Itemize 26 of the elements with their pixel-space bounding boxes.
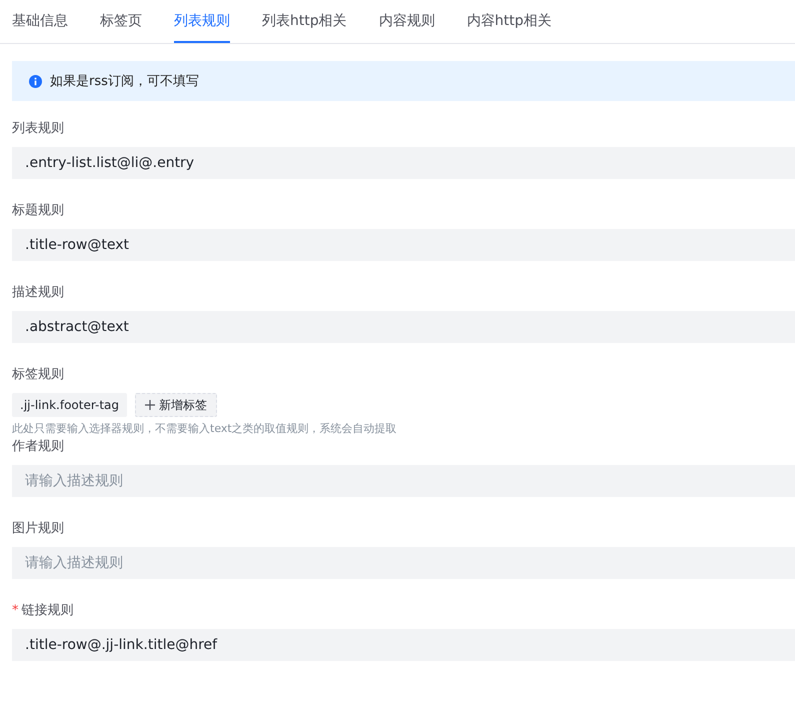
tag: .jj-link.footer-tag <box>12 393 128 417</box>
input-field[interactable]: .title-row@text <box>12 229 795 261</box>
field-label: 标签规则 <box>12 366 64 383</box>
tab[interactable]: 内容规则 <box>378 0 435 43</box>
field-label: 图片规则 <box>12 520 64 537</box>
hint-text: 此处只需要输入选择器规则，不需要输入text之类的取值规则，系统会自动提取 <box>12 421 398 436</box>
field-label: 链接规则 <box>22 602 74 619</box>
alert-text: 如果是rss订阅，可不填写 <box>50 73 199 90</box>
input-field[interactable]: .abstract@text <box>12 311 795 343</box>
tab[interactable]: 内容http相关 <box>466 0 552 43</box>
tab[interactable]: 基础信息 <box>12 0 68 43</box>
required-mark: * <box>12 602 18 618</box>
input-field[interactable]: .entry-list.list@li@.entry <box>12 147 795 179</box>
info-icon <box>29 74 42 88</box>
plus-icon <box>145 400 156 410</box>
field-label: 作者规则 <box>12 438 64 455</box>
input-field[interactable]: .title-row@.jj-link.title@href <box>12 629 795 661</box>
input-field[interactable]: 请输入描述规则 <box>12 465 795 497</box>
tab[interactable]: 标签页 <box>100 0 142 43</box>
field-label: 列表规则 <box>12 120 64 137</box>
field-label: 标题规则 <box>12 202 64 219</box>
tab[interactable]: 列表http相关 <box>262 0 347 43</box>
field-label: 描述规则 <box>12 284 64 301</box>
tab[interactable]: 列表规则 <box>174 0 230 43</box>
add-tag-button[interactable]: 新增标签 <box>135 393 218 417</box>
input-field[interactable]: 请输入描述规则 <box>12 547 795 579</box>
